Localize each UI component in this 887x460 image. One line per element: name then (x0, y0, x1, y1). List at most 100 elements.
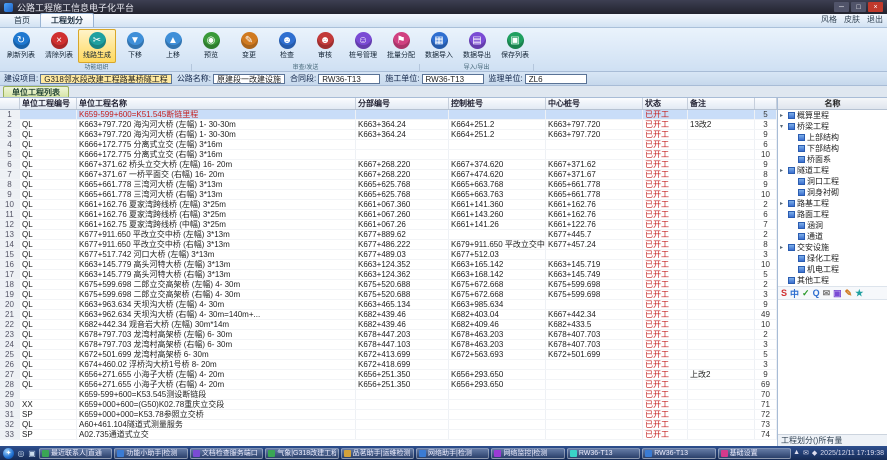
filter-value-box[interactable]: ZL6 (525, 74, 587, 84)
header-code[interactable]: 单位工程编号 (20, 98, 77, 109)
quick-launch-icon[interactable]: ◎ (16, 448, 26, 458)
toolbar-button[interactable]: ▼ 下移 (116, 29, 154, 63)
table-row[interactable]: 32 QL A60+461.104隧道式测量服务 已开工 73 (0, 420, 777, 430)
tree-tool-icon[interactable]: ▣ (833, 288, 842, 299)
close-button[interactable]: × (868, 2, 883, 12)
tree-item[interactable]: ▸ 隧道工程 (778, 165, 887, 176)
toolbar-button[interactable]: ☻ 审核 (306, 29, 344, 63)
table-row[interactable]: 19 QL K675+599.698 二郎立交高架桥 (右幅) 4- 30m K… (0, 290, 777, 300)
taskbar-item[interactable]: 气象|G318改建工程施工 信息... (265, 448, 338, 459)
table-row[interactable]: 33 SP A02.735通道式立交 已开工 74 (0, 430, 777, 440)
toolbar-button[interactable]: ▲ 上移 (154, 29, 192, 63)
table-row[interactable]: 14 QL K677+911.650 平改立交中桥 (右幅) 3*13m K67… (0, 240, 777, 250)
expand-arrow-icon[interactable]: ▸ (780, 167, 786, 174)
toolbar-button[interactable]: ↻ 刷新列表 (2, 29, 40, 63)
table-row[interactable]: 27 QL K656+271.655 小海子大桥 (左幅) 4- 20m K65… (0, 370, 777, 380)
table-row[interactable]: 3 QL K663+797.720 海沟河大桥 (右幅) 1- 30-30m K… (0, 130, 777, 140)
menu-tab[interactable]: 工程划分 (40, 13, 94, 27)
tree-tool-icon[interactable]: ✉ (823, 288, 831, 299)
taskbar-item[interactable]: 品茗助手|运维检测 (341, 448, 414, 459)
tree-tool-icon[interactable]: Q (813, 288, 820, 298)
maximize-button[interactable]: □ (851, 2, 866, 12)
table-row[interactable]: 28 QL K656+271.655 小海子大桥 (右幅) 4- 20m K65… (0, 380, 777, 390)
table-row[interactable]: 11 QL K661+162.76 夏家湾跨线桥 (右幅) 3*25m K661… (0, 210, 777, 220)
tree-item[interactable]: ▸ 交安设施 (778, 242, 887, 253)
menu-link[interactable]: 皮肤 (844, 14, 860, 25)
tray-icon[interactable]: ✉ (803, 449, 809, 457)
tree-tool-icon[interactable]: ✎ (845, 288, 853, 299)
tree-tool-icon[interactable]: ★ (855, 288, 863, 299)
toolbar-button[interactable]: ▦ 数据导入 (420, 29, 458, 63)
header-control-stake[interactable]: 控制桩号 (449, 98, 546, 109)
toolbar-button[interactable]: × 清除列表 (40, 29, 78, 63)
minimize-button[interactable]: ─ (834, 2, 849, 12)
toolbar-button[interactable]: ☻ 检查 (268, 29, 306, 63)
tree-item[interactable]: 涵洞 (778, 220, 887, 231)
taskbar-item[interactable]: 网络监控|检测 (491, 448, 564, 459)
table-row[interactable]: 26 QL K674+460.02 浮桥沟大桥1号桥 8- 20m K672+4… (0, 360, 777, 370)
toolbar-button[interactable]: ⚑ 批量分配 (382, 29, 420, 63)
taskbar-item[interactable]: RW36-T13 (567, 448, 640, 459)
table-row[interactable]: 23 QL K678+797.703 龙湾村高架桥 (左幅) 6- 30m K6… (0, 330, 777, 340)
header-status[interactable]: 状态 (643, 98, 688, 109)
table-row[interactable]: 31 SP K659+000+000=K53.78参照立交桥 已开工 72 (0, 410, 777, 420)
table-row[interactable]: 18 QL K675+599.698 二郎立交高架桥 (左幅) 4- 30m K… (0, 280, 777, 290)
table-row[interactable]: 9 QL K665+661.778 三湾河大桥 (右幅) 3*13m K665+… (0, 190, 777, 200)
expand-arrow-icon[interactable]: ▸ (780, 244, 786, 251)
table-row[interactable]: 4 QL K666+172.775 分离式立交 (左幅) 3*16m 已开工 6 (0, 140, 777, 150)
taskbar-item[interactable]: 网络助手|检测 (416, 448, 489, 459)
tree-item[interactable]: 其他工程 (778, 275, 887, 286)
tree-item[interactable]: 上部结构 (778, 132, 887, 143)
filter-value-box[interactable]: G318邻水段改建工程路基桥隧工程 (40, 74, 172, 84)
table-row[interactable]: 17 QL K663+145.779 高头河特大桥 (右幅) 3*13m K66… (0, 270, 777, 280)
toolbar-button[interactable]: ✎ 变更 (230, 29, 268, 63)
table-row[interactable]: 20 QL K663+963.634 天坝沟大桥 (左幅) 4- 30m K66… (0, 300, 777, 310)
toolbar-button[interactable]: ◉ 预览 (192, 29, 230, 63)
tree-item[interactable]: 机电工程 (778, 264, 887, 275)
header-note[interactable]: 备注 (688, 98, 755, 109)
header-count[interactable] (755, 98, 777, 109)
header-rownum[interactable] (0, 98, 20, 109)
filter-value-box[interactable]: 原建段一改建设施 (213, 74, 285, 84)
tree-item[interactable]: 桥面系 (778, 154, 887, 165)
taskbar-item[interactable]: 基础设置 (718, 448, 791, 459)
menu-link[interactable]: 退出 (867, 14, 883, 25)
table-row[interactable]: 22 QL K682+442.34 观音岩大桥 (左幅) 30m*14m K68… (0, 320, 777, 330)
filter-value-box[interactable]: RW36-T13 (318, 74, 380, 84)
toolbar-button[interactable]: ▤ 数据导出 (458, 29, 496, 63)
table-row[interactable]: 21 QL K663+962.634 天坝沟大桥 (右幅) 4- 30m=140… (0, 310, 777, 320)
tree-item[interactable]: 路面工程 (778, 209, 887, 220)
expand-arrow-icon[interactable]: ▸ (780, 200, 786, 207)
table-row[interactable]: 13 QL K677+911.650 平改立交中桥 (左幅) 3*13m K67… (0, 230, 777, 240)
tree-item[interactable]: 通道 (778, 231, 887, 242)
table-row[interactable]: 24 QL K678+797.703 龙湾村高架桥 (右幅) 6- 30m K6… (0, 340, 777, 350)
tree-item[interactable]: 绿化工程 (778, 253, 887, 264)
taskbar-item[interactable]: 最近联系人|直通 (39, 448, 112, 459)
toolbar-button[interactable]: ☺ 桩号管理 (344, 29, 382, 63)
quick-launch-icon[interactable]: ▣ (27, 448, 37, 458)
table-row[interactable]: 5 QL K666+172.775 分离式立交 (右幅) 3*16m 已开工 1… (0, 150, 777, 160)
table-row[interactable]: 7 QL K667+371.67 一桥平面交 (右幅) 16- 20m K667… (0, 170, 777, 180)
taskbar-item[interactable]: 文档检查服务端口 (190, 448, 263, 459)
table-row[interactable]: 2 QL K663+797.720 海沟河大桥 (左幅) 1- 30-30m K… (0, 120, 777, 130)
menu-tab[interactable]: 首页 (4, 14, 40, 27)
tree-item[interactable]: ▾ 桥梁工程 (778, 121, 887, 132)
toolbar-button[interactable]: ▣ 保存列表 (496, 29, 534, 63)
taskbar-item[interactable]: RW36-T13 (642, 448, 715, 459)
tree-item[interactable]: 洞身衬砌 (778, 187, 887, 198)
table-row[interactable]: 30 XX K659+000+600=(G50)K02.78重庆立交段 已开工 … (0, 400, 777, 410)
tree-tool-icon[interactable]: 中 (790, 287, 799, 300)
tree-tool-icon[interactable]: ✓ (802, 288, 810, 299)
tab-unit-project-list[interactable]: 单位工程列表 (3, 86, 69, 97)
tree-item[interactable]: 下部结构 (778, 143, 887, 154)
table-row[interactable]: 16 QL K663+145.779 高头河特大桥 (左幅) 3*13m K66… (0, 260, 777, 270)
tree-item[interactable]: 洞口工程 (778, 176, 887, 187)
menu-link[interactable]: 风格 (821, 14, 837, 25)
tray-icon[interactable]: ◆ (812, 449, 817, 457)
taskbar-item[interactable]: 功能小助手|检测 (114, 448, 187, 459)
table-row[interactable]: 10 QL K661+162.76 夏家湾跨线桥 (左幅) 3*25m K661… (0, 200, 777, 210)
start-button[interactable]: ✦ (3, 448, 14, 459)
table-row[interactable]: 25 QL K672+501.699 龙湾村高架桥 6- 30m K672+41… (0, 350, 777, 360)
table-row[interactable]: 29 K659-599+600=K53.545测设断链段 已开工 70 (0, 390, 777, 400)
tree-tool-icon[interactable]: S (781, 288, 787, 298)
